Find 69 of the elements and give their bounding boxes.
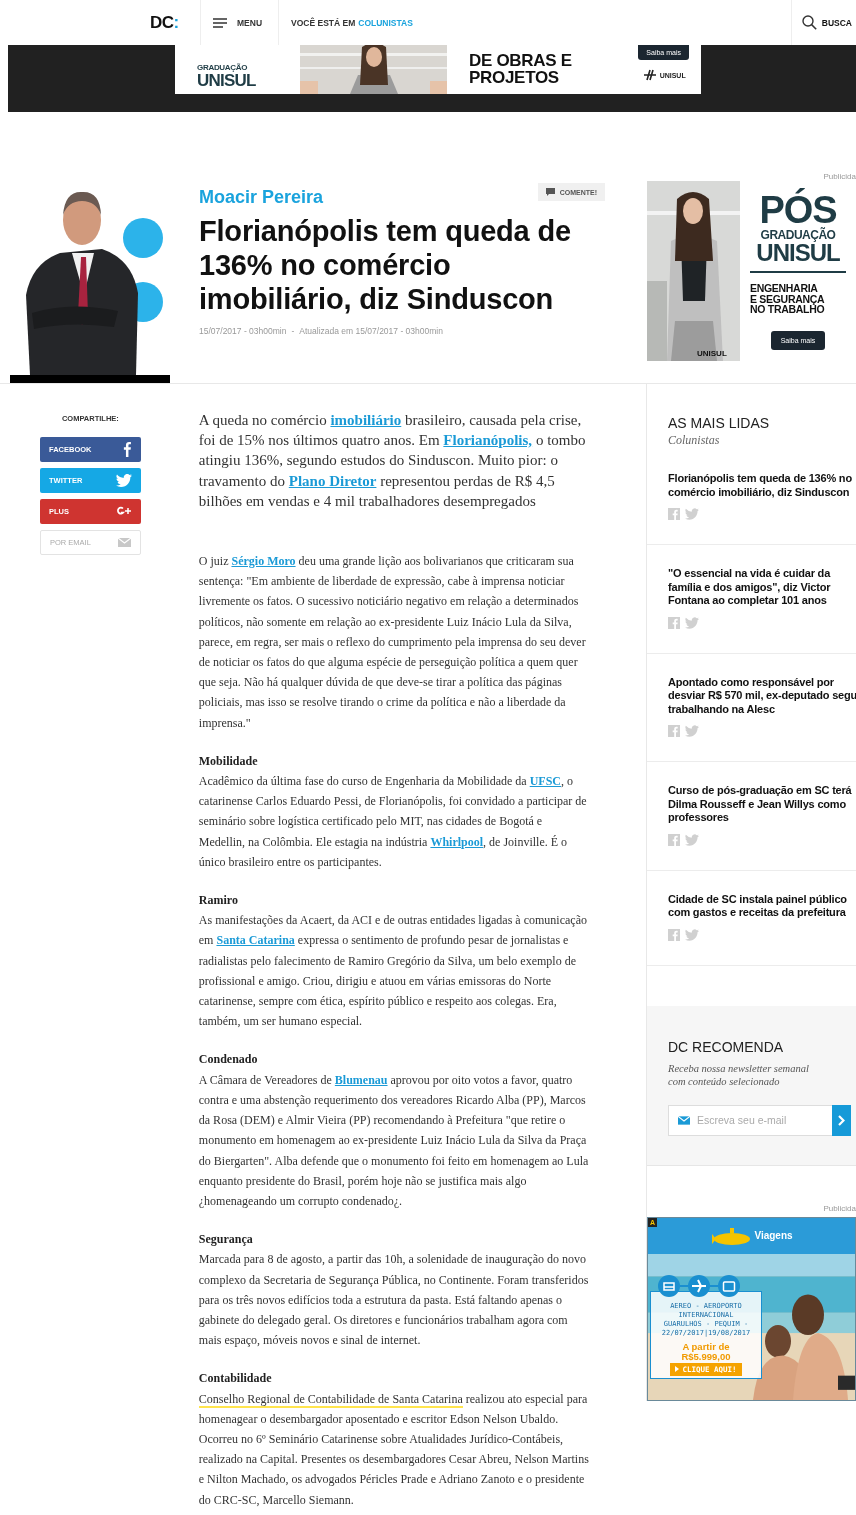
facebook-icon[interactable] bbox=[668, 616, 680, 629]
section-subtitle: Colunistas bbox=[668, 432, 721, 448]
ad-text: UNISUL bbox=[197, 72, 257, 89]
section-heading: Segurança bbox=[198, 1231, 254, 1249]
comment-icon bbox=[545, 188, 555, 196]
menu-icon bbox=[213, 17, 227, 28]
twitter-icon[interactable] bbox=[685, 928, 699, 941]
section-heading: Ramiro bbox=[198, 892, 239, 910]
twitter-icon bbox=[115, 474, 132, 487]
paragraph: A Câmara de Vereadores de Blumenau aprovou por oito votos a favor, quatro contra e uma abstenção requerimento dos vereadores Ricardo Alba (PP), Marcos da Rosa (DEM) e Almir Vieira (PP) recomendando à Prefeitura "que retire o monumento em homenagem ao ex-presidente Luiz Inácio Lula da Silva da Praça do Biergarten". Alba defende que o monumento foi feito em homenagem ao Lula enquanto presidente do Brasil, porém hoje não se justifica mais algo ¿homenageando um corrupto condenado¿. bbox=[198, 1071, 590, 1210]
ad-text: ENGENHARIA bbox=[750, 283, 818, 294]
suitcase-icon bbox=[718, 1274, 740, 1297]
section-title: AS MAIS LIDAS bbox=[668, 414, 771, 432]
facebook-icon[interactable] bbox=[668, 508, 680, 520]
headline-link[interactable]: Florianópolis tem queda de 136% no comércio imobiliário, diz Sinduscon bbox=[668, 472, 852, 499]
ad-text: GRADUAÇÃO bbox=[197, 64, 249, 72]
bed-icon bbox=[658, 1274, 680, 1297]
submit-button[interactable] bbox=[832, 1104, 851, 1136]
paragraph: Acadêmico da última fase do curso de Engenharia da Mobilidade da UFSC, o catarinense Carlos Eduardo Pessi, de Florianópolis, foi convidado a participar de seminário sobre logística certificado pelo MIT, nas cidades de Bogotá e Medellin, na Colômbia. Ele estagia na indústria Whirlpool, de Joinville. É o único brasileiro entre os participantes. bbox=[198, 773, 588, 871]
twitter-icon[interactable] bbox=[685, 833, 699, 846]
newsletter-text: Receba nossa newsletter semanal com conteúdo selecionado bbox=[668, 1061, 809, 1088]
section-heading: Contabilidade bbox=[198, 1370, 273, 1388]
ad-text: E SEGURANÇA bbox=[750, 293, 825, 304]
ad-text: NO TRABALHO bbox=[750, 304, 825, 315]
paragraph: O juiz Sérgio Moro deu uma grande lição aos bolivarianos que criticaram sua sentença: "Em ambiente de liberdade de expressão, cabe à imprensa noticiar livremente os fatos. O sucessivo noticiário negativo em relação a determinados políticos, não somente em relação ao ex-presidente Luiz Inácio Lula da Silva, parece, em regra, ser mais o reflexo do cumprimento pela imprensa do seu dever de noticiar os fatos do que alguma espécie de perseguição política a quem quer que seja. Não há qualquer dúvida de que deve-se tirar a política das páginas policiais, mas isso se resolve tirando o crime da política e não a liberdade da imprensa." bbox=[198, 553, 587, 732]
menu-button[interactable]: MENU bbox=[200, 0, 280, 45]
chevron-icon bbox=[838, 1114, 845, 1126]
section-heading: Condenado bbox=[198, 1051, 259, 1069]
facebook-icon[interactable] bbox=[668, 725, 680, 737]
ad-text: PROJETOS bbox=[469, 69, 560, 86]
paragraph: As manifestações da Acaert, da ACI e de outras entidades ligadas à comunicação em Santa Catarina expressa o sentimento de profundo pesar de jornalistas e radialistas pelo falecimento de Ramiro Gregório da Silva, um belo exemplo de profissional e amigo. Criou, dirigiu e atuou em várias emissoras do Norte catarinense, sempre com ética, espírito público e respeito aos colegas. Era, também, um ser humano especial. bbox=[198, 912, 588, 1031]
headline-link[interactable]: Curso de pós-graduação em SC terá Dilma Rousseff e Jean Willys como professores bbox=[668, 784, 852, 825]
ad-text: UNISUL bbox=[756, 241, 840, 265]
brand-name: Viagens bbox=[754, 1230, 793, 1241]
email-field[interactable]: Escreva seu e-mail bbox=[668, 1104, 832, 1136]
envelope-icon bbox=[678, 1115, 690, 1125]
lead-paragraph: A queda no comércio imobiliário brasileiro, causada pela crise, foi de 15% nos últimos quatro anos. Em Florianópolis, o tombo atingiu 136%, segundo estudos do Sinduscon. Muito pior: o travamento do Plano Diretor representou perdas de R$ 4,5 bilhões em vendas e 4 mil trabalhadores desempregados bbox=[198, 411, 587, 511]
brand-icon bbox=[641, 69, 658, 81]
price-label: A partir de bbox=[682, 1341, 730, 1352]
section-title: DC RECOMENDA bbox=[668, 1037, 785, 1056]
headline-link[interactable]: Cidade de SC instala painel público com gastos e receitas da prefeitura bbox=[668, 892, 847, 920]
facebook-icon[interactable] bbox=[668, 833, 680, 846]
date-separator: - bbox=[291, 326, 295, 336]
triangle-icon bbox=[675, 1366, 680, 1372]
brand-name: UNISUL bbox=[697, 349, 727, 358]
ad-label: Publicida bbox=[822, 1203, 856, 1214]
paragraph: Conselho Regional de Contabilidade de Santa Catarina realizou ato especial para homenagear o desembargador aposentado e escritor Edson Nelson Ubaldo. Ocorreu no 6º Seminário Catarinense sobre Atualidades Jurídico-Contábeis, realizado na Capital. Presentes os desembargadores Cesar Abreu, Nelson Martins e Nilton Machado, os advogados Péricles Prade e Adriano Zanoto e o presidente do CRC-SC, Marcello Siemann. bbox=[198, 1390, 590, 1509]
breadcrumb: VOCÊ ESTÁ EM COLUNISTAS bbox=[290, 16, 414, 30]
paragraph: Marcada para 8 de agosto, a partir das 10h, a solenidade de inauguração do novo complexo da Secretaria de Segurança Pública, no Continente. Foram transferidos para os três novos edifícios toda a estrutura da pasta. Está faltando apenas o gabinete do delegado geral. Os diretores e funcionários trabalham agora com mais espaço, móveis novos e sinal de internet. bbox=[198, 1251, 590, 1350]
submarine-icon bbox=[710, 1225, 753, 1246]
twitter-icon[interactable] bbox=[685, 616, 699, 629]
section-heading: Mobilidade bbox=[198, 752, 259, 770]
twitter-icon[interactable] bbox=[685, 725, 699, 737]
ad-text: DE OBRAS E bbox=[469, 52, 572, 69]
envelope-icon bbox=[117, 538, 131, 547]
publish-date: 15/07/2017 - 03h00min bbox=[199, 326, 287, 336]
plane-icon bbox=[688, 1274, 710, 1297]
article-title: Florianópolis tem queda de 136% no comércio imobiliário, diz Sinduscon bbox=[199, 214, 572, 316]
twitter-icon[interactable] bbox=[685, 508, 699, 520]
headline-link[interactable]: "O essencial na vida é cuidar da família e dos amigos", diz Victor Fontana ao completar 101 anos bbox=[668, 567, 831, 608]
search-icon bbox=[801, 15, 817, 30]
facebook-icon bbox=[122, 442, 132, 457]
facebook-icon[interactable] bbox=[668, 928, 680, 941]
ad-label: Publicida bbox=[823, 172, 856, 181]
logo[interactable]: DC: bbox=[150, 0, 200, 45]
ad-text: GRADUAÇÃO bbox=[760, 229, 836, 241]
headline-link[interactable]: Apontado como responsável por desviar R$ 570 mil, ex-deputado segu trabalhando na Alesc bbox=[668, 675, 856, 716]
price: R$5.999,00 bbox=[681, 1351, 731, 1362]
update-date: Atualizada em 15/07/2017 - 03h00min bbox=[299, 326, 443, 336]
